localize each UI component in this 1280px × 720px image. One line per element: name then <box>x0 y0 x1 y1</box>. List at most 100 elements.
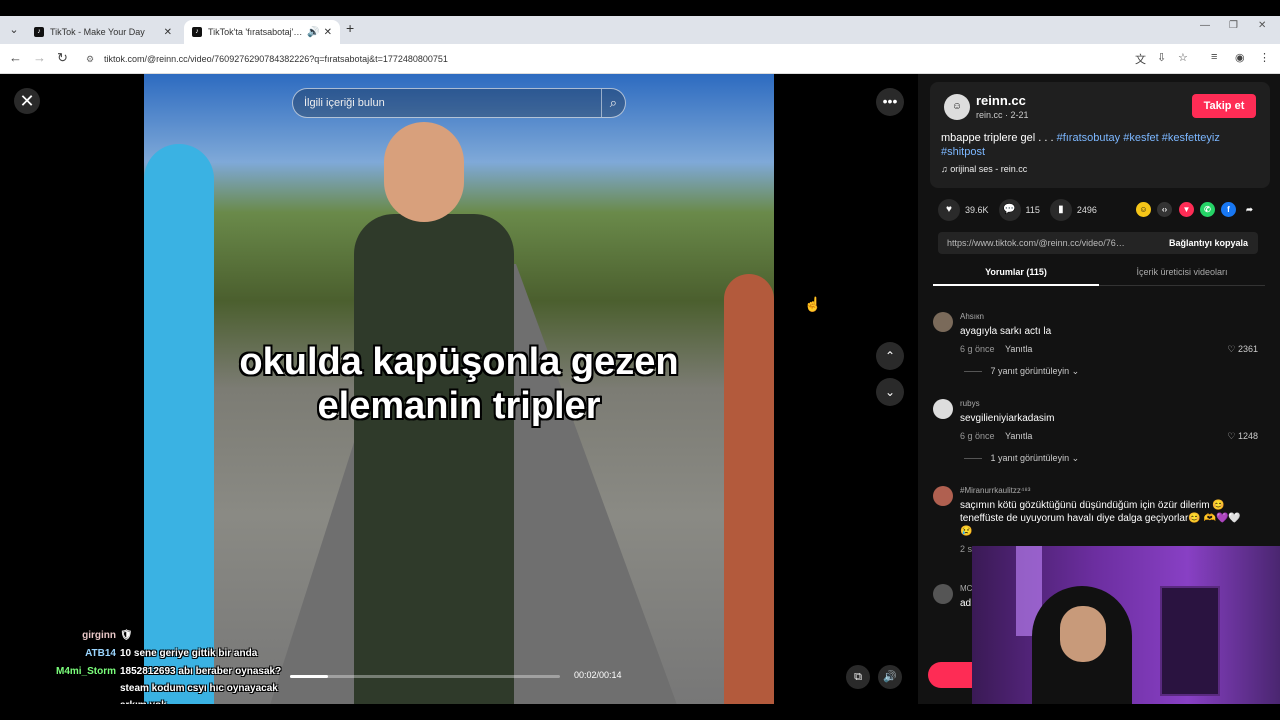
comment-text: saçımın kötü gözüktüğünü düşündüğüm için… <box>960 500 1241 537</box>
send-share-icon[interactable]: ▼ <box>1179 202 1194 217</box>
bottom-letterbox <box>0 704 1280 720</box>
view-replies-button[interactable]: 7 yanıt görüntüleyin ⌄ <box>964 366 1080 377</box>
hashtag-link[interactable]: #fıratsobutay <box>1057 132 1121 144</box>
comment-meta: 2 s <box>960 544 972 554</box>
tab-search-chevron-icon[interactable]: ⌄ <box>4 20 24 40</box>
chat-username: ATB14 <box>85 648 116 659</box>
commenter-avatar[interactable] <box>933 584 953 604</box>
tab-comments[interactable]: Yorumlar (115) <box>933 260 1099 286</box>
heart-outline-icon[interactable]: ♡ <box>1227 344 1235 354</box>
author-subtitle: rein.cc · 2-21 <box>976 110 1029 120</box>
share-arrow-icon[interactable]: ➦ <box>1242 202 1257 217</box>
reload-icon[interactable]: ↻ <box>57 50 68 66</box>
facebook-icon[interactable]: f <box>1221 202 1236 217</box>
author-avatar[interactable]: ☺ <box>944 94 970 120</box>
chat-message: 10 sene geriye gittik bir anda <box>120 648 258 659</box>
commenter-name[interactable]: Ahsıкn <box>960 312 984 321</box>
previous-video-button[interactable]: ⌃ <box>876 342 904 370</box>
tiktok-favicon-icon: ♪ <box>192 27 202 37</box>
profile-icon[interactable]: ◉ <box>1235 51 1245 64</box>
video-person-right <box>724 274 774 704</box>
bookmark-icon[interactable]: ▮ <box>1049 199 1072 221</box>
address-bar[interactable]: ⚙ tiktok.com/@reinn.cc/video/76092762907… <box>80 48 1120 70</box>
heart-outline-icon[interactable]: ♡ <box>1227 431 1235 441</box>
tab-close-icon[interactable]: ✕ <box>324 27 332 38</box>
reply-button[interactable]: Yanıtla <box>1005 431 1032 441</box>
comment-likes[interactable]: ♡ 1248 <box>1227 431 1258 442</box>
minimize-icon[interactable]: — <box>1200 20 1210 31</box>
volume-button[interactable]: 🔊 <box>878 665 902 689</box>
install-icon[interactable]: ⇩ <box>1157 51 1166 64</box>
comment-icon[interactable]: 💬 <box>998 199 1021 221</box>
hashtag-link[interactable]: #kesfet <box>1123 132 1158 144</box>
heart-icon[interactable]: ♥ <box>938 199 960 221</box>
video-person-head <box>384 122 464 222</box>
menu-kebab-icon[interactable]: ⋮ <box>1259 51 1270 64</box>
webcam-shelf <box>1160 586 1220 696</box>
commenter-name[interactable]: MC <box>960 584 972 593</box>
comment-text: ayagıyla sarkı actı la <box>960 326 1052 337</box>
comment-meta: 6 g önce Yanıtla <box>960 344 1032 354</box>
commenter-avatar[interactable] <box>933 312 953 332</box>
panel-tabs: Yorumlar (115) İçerik üreticisi videolar… <box>933 260 1265 286</box>
tab-creator-videos[interactable]: İçerik üreticisi videoları <box>1099 260 1265 286</box>
video-progress-fill <box>290 675 328 678</box>
comment-stat[interactable]: 💬 115 <box>998 199 1040 221</box>
search-icon[interactable]: ⌕ <box>600 89 617 117</box>
commenter-name[interactable]: rubys <box>960 399 980 408</box>
floating-player-button[interactable]: ⧉ <box>846 665 870 689</box>
new-tab-button[interactable]: + <box>346 20 354 36</box>
commenter-name[interactable]: #Miranurrkaulitzz⁴⁸³ <box>960 486 1030 495</box>
tab-close-icon[interactable]: ✕ <box>164 27 172 38</box>
chat-message: steam kodum csyı hıc oynayacak <box>120 683 278 694</box>
caption-line-1: okulda kapüşonla gezen <box>239 341 679 383</box>
view-replies-button[interactable]: 1 yanıt görüntüleyin ⌄ <box>964 453 1080 464</box>
like-count: 39.6K <box>965 205 989 215</box>
like-stat[interactable]: ♥ 39.6K <box>938 199 989 221</box>
browser-tab-tiktok-home[interactable]: ♪ TikTok - Make Your Day ✕ <box>26 20 180 44</box>
forward-icon[interactable]: → <box>33 50 46 65</box>
music-note-icon: ♫ <box>941 164 948 174</box>
video-description: mbappe triplere gel . . . #fıratsobutay … <box>941 131 1251 159</box>
video-link-text[interactable]: https://www.tiktok.com/@reinn.cc/video/7… <box>947 232 1127 254</box>
hashtag-link[interactable]: #shitpost <box>941 146 985 158</box>
hashtag-link[interactable]: #kesfetteyiz <box>1162 132 1220 144</box>
music-link[interactable]: ♫ orijinal ses - rein.cc <box>941 164 1027 174</box>
video-search-input[interactable]: İlgili içeriği bulun ⌕ <box>292 88 626 118</box>
tab-audio-icon[interactable]: 🔊 <box>307 27 319 38</box>
restore-icon[interactable]: ❐ <box>1229 20 1238 31</box>
video-player[interactable]: İlgili içeriği bulun ⌕ okulda kapüşonla … <box>144 74 774 704</box>
close-video-button[interactable]: ✕ <box>14 88 40 114</box>
comment-count: 115 <box>1025 205 1040 215</box>
back-icon[interactable]: ← <box>9 50 22 65</box>
video-time: 00:02/00:14 <box>574 670 622 680</box>
commenter-avatar[interactable] <box>933 399 953 419</box>
more-options-button[interactable]: ••• <box>876 88 904 116</box>
save-stat[interactable]: ▮ 2496 <box>1049 199 1097 221</box>
repost-share-icon[interactable]: ☺ <box>1136 202 1151 217</box>
mouse-cursor-icon: ☝ <box>804 296 822 312</box>
embed-icon[interactable]: ‹› <box>1157 202 1172 217</box>
comment-likes[interactable]: ♡ 2361 <box>1227 344 1258 355</box>
author-name[interactable]: reinn.cc <box>976 93 1026 108</box>
follow-button[interactable]: Takip et <box>1192 94 1256 118</box>
video-progress-bar[interactable] <box>290 675 560 678</box>
bookmark-star-icon[interactable]: ☆ <box>1178 51 1188 64</box>
whatsapp-icon[interactable]: ✆ <box>1200 202 1215 217</box>
comment-like-count: 2361 <box>1237 344 1258 354</box>
video-person-center <box>354 214 514 704</box>
close-window-icon[interactable]: ✕ <box>1258 20 1266 31</box>
copy-link-button[interactable]: Bağlantıyı kopyala <box>1169 232 1248 254</box>
url-text: tiktok.com/@reinn.cc/video/7609276290784… <box>104 54 448 64</box>
browser-tab-search[interactable]: ♪ TikTok'ta 'fıratsabotaj' bulu 🔊 ✕ <box>184 20 340 44</box>
reply-button[interactable]: Yanıtla <box>1005 344 1032 354</box>
site-info-icon[interactable]: ⚙ <box>86 48 94 70</box>
chat-badge-icon: 🛡 <box>120 630 133 641</box>
music-title: orijinal ses - rein.cc <box>950 164 1028 174</box>
caption-line-2: elemanin tripler <box>317 385 601 427</box>
commenter-avatar[interactable] <box>933 486 953 506</box>
comment-item: Ahsıкn ayagıyla sarkı actı la 6 g önce Y… <box>933 312 1273 382</box>
next-video-button[interactable]: ⌄ <box>876 378 904 406</box>
media-control-icon[interactable]: ≡ <box>1211 51 1217 63</box>
translate-icon[interactable]: 文 <box>1135 51 1146 67</box>
